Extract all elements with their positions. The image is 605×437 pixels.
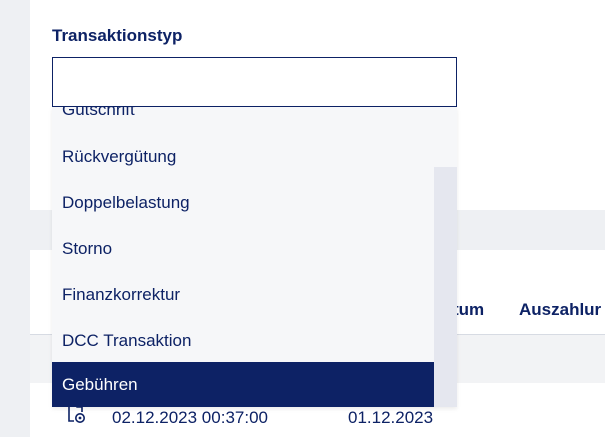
option-storno[interactable]: Storno	[52, 226, 434, 272]
option-gebuehren[interactable]: Gebühren	[52, 362, 434, 407]
option-gutschrift[interactable]: Gutschrift	[52, 107, 434, 133]
transaction-type-input[interactable]	[52, 57, 457, 107]
transaction-date: 01.12.2023	[348, 408, 434, 427]
option-rueckverguetung[interactable]: Rückvergütung	[52, 134, 434, 180]
option-doppelbelastung[interactable]: Doppelbelastung	[52, 180, 434, 226]
dropdown-scrollbar-thumb[interactable]	[434, 167, 457, 407]
transaction-type-dropdown[interactable]: Gutschrift Rückvergütung Doppelbelastung…	[52, 107, 457, 407]
transaction-type-label: Transaktionstyp	[52, 26, 183, 45]
option-dcc-transaktion[interactable]: DCC Transaktion	[52, 318, 434, 364]
column-header-date[interactable]: tum	[453, 300, 484, 320]
left-gutter	[0, 0, 30, 437]
column-header-payout[interactable]: Auszahlur	[519, 300, 605, 320]
transaction-datetime: 02.12.2023 00:37:00	[112, 408, 268, 427]
option-finanzkorrektur[interactable]: Finanzkorrektur	[52, 272, 434, 318]
